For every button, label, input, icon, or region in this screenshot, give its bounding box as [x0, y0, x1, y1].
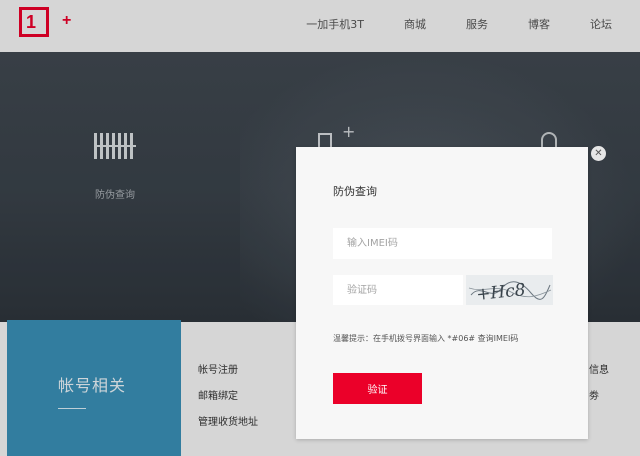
captcha-graphic: +Hc8: [468, 280, 552, 305]
captcha-input[interactable]: [333, 275, 463, 305]
imei-hint: 温馨提示：在手机拨号界面输入 *#06# 查询IMEI码: [333, 334, 519, 343]
imei-input[interactable]: [333, 228, 552, 259]
close-icon[interactable]: ✕: [591, 146, 606, 161]
captcha-image[interactable]: +Hc8: [466, 275, 553, 305]
modal-title: 防伪查询: [333, 185, 377, 198]
verify-button[interactable]: 验证: [333, 373, 422, 404]
captcha-text: +Hc8: [475, 280, 526, 305]
